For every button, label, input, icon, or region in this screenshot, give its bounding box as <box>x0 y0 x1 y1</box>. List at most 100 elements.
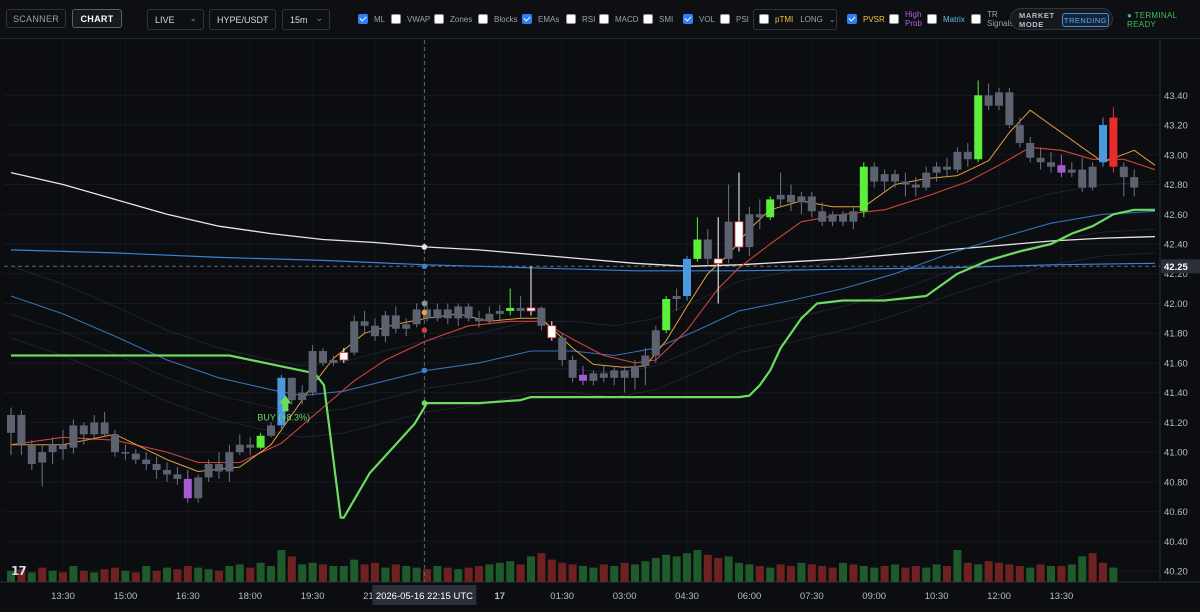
volume-bar <box>287 556 296 582</box>
volume-bar <box>1036 564 1045 582</box>
volume-bar <box>1078 556 1087 582</box>
checkbox-tr-signals[interactable] <box>971 14 981 24</box>
volume-bar <box>703 554 712 582</box>
checkbox-high-prob[interactable] <box>889 14 899 24</box>
candle-body <box>537 307 546 326</box>
market-mode-label: MARKET MODE <box>1019 11 1055 29</box>
candle-body <box>693 239 702 259</box>
toggle-ml[interactable]: ML <box>358 13 385 25</box>
buy-signal-label: BUY (+8.3%) <box>257 412 310 422</box>
volume-bar <box>787 566 795 582</box>
candle-body <box>69 425 78 448</box>
volume-bar <box>360 564 369 582</box>
checkbox-smi[interactable] <box>643 14 653 24</box>
volume-bar <box>308 562 317 582</box>
toggle-matrix-label: Matrix <box>943 14 965 24</box>
candle-body <box>215 464 223 472</box>
terminal-status-line1: ● TERMINAL <box>1127 11 1178 20</box>
volume-bar <box>828 567 837 582</box>
crosshair-series-marker <box>421 400 428 406</box>
checkbox-vwap[interactable] <box>391 14 401 24</box>
toggle-psi[interactable]: PSI <box>720 13 749 25</box>
toggle-rsi[interactable]: RSI <box>566 13 595 25</box>
candle-body <box>797 196 806 203</box>
checkbox-matrix[interactable] <box>927 14 937 24</box>
candle-body <box>256 435 265 448</box>
interval-select[interactable]: 15m ⌄ <box>282 9 330 30</box>
candle-body <box>922 172 931 188</box>
candle-body <box>901 181 910 185</box>
mode-select[interactable]: LIVE ⌄ <box>147 9 204 30</box>
candle-body <box>1078 169 1087 188</box>
volume-bar <box>943 566 951 582</box>
tradingview-logo: 𝟭𝟳 <box>11 564 27 578</box>
volume-bar <box>859 566 868 582</box>
volume-bar <box>631 564 639 582</box>
checkbox-rsi[interactable] <box>566 14 576 24</box>
checkbox-psi[interactable] <box>720 14 730 24</box>
candle-body <box>381 315 390 337</box>
crosshair-series-marker <box>421 263 428 270</box>
crosshair-time-label: 2026-05-16 22:15 UTC <box>376 591 473 602</box>
candle-body <box>807 196 816 212</box>
tab-chart[interactable]: CHART <box>72 9 122 28</box>
checkbox-zones[interactable] <box>434 14 444 24</box>
toggle-vwap[interactable]: VWAP <box>391 13 430 25</box>
candle-body <box>1130 177 1139 188</box>
candle-body <box>839 214 847 222</box>
volume-bar <box>381 567 390 582</box>
checkbox-macd[interactable] <box>599 14 609 24</box>
candle-body <box>963 151 972 160</box>
checkbox-ml[interactable] <box>358 14 368 24</box>
toggle-emas-label: EMAs <box>538 14 560 24</box>
candle-body <box>319 351 327 363</box>
candle-body <box>308 351 317 393</box>
candle-body <box>859 166 868 212</box>
volume-bar <box>610 566 619 582</box>
candle-body <box>932 166 941 173</box>
toggle-macd[interactable]: MACD <box>599 13 639 25</box>
toggle-matrix[interactable]: Matrix <box>927 13 965 25</box>
volume-bar <box>911 566 920 582</box>
toggle-pvsr[interactable]: PVSR <box>847 13 885 25</box>
tab-scanner[interactable]: SCANNER <box>6 9 66 28</box>
market-mode-line1: MARKET <box>1019 11 1055 20</box>
ptmi-label: pTMI <box>775 14 794 24</box>
candle-body <box>734 221 744 248</box>
price-chart[interactable]: 43.4043.2043.0042.8042.6042.4042.2042.00… <box>0 40 1200 612</box>
volume-bar <box>59 572 67 582</box>
time-tick-label: 04:30 <box>675 591 699 602</box>
volume-bar <box>79 570 88 582</box>
symbol-select[interactable]: HYPE/USDT ⌄ <box>209 9 276 30</box>
toggle-tr-signals[interactable]: TR Signals <box>971 10 1013 28</box>
toggle-high-prob[interactable]: High Prob <box>889 10 922 28</box>
candle-body <box>787 194 795 203</box>
candle-body <box>651 330 660 356</box>
checkbox-ptmi[interactable] <box>759 14 769 24</box>
volume-bar <box>599 564 608 582</box>
toggle-blocks[interactable]: Blocks <box>478 13 518 25</box>
toggle-pvsr-label: PVSR <box>863 14 885 24</box>
price-tick-label: 40.60 <box>1164 507 1188 518</box>
toggle-ptmi[interactable]: pTMI LONG ⌄ <box>759 13 836 25</box>
volume-bar <box>901 567 910 582</box>
volume-bar <box>807 564 816 582</box>
high-prob-line1: High <box>905 10 922 19</box>
time-tick-label: 10:30 <box>925 591 949 602</box>
checkbox-blocks[interactable] <box>478 14 488 24</box>
candle-body <box>828 214 837 222</box>
toggle-emas[interactable]: EMAs <box>522 13 559 25</box>
volume-bar <box>839 562 847 582</box>
checkbox-pvsr[interactable] <box>847 14 857 24</box>
toggle-zones[interactable]: Zones <box>434 13 472 25</box>
candle-body <box>641 355 650 366</box>
checkbox-emas[interactable] <box>522 14 532 24</box>
toggle-smi[interactable]: SMI <box>643 13 673 25</box>
toggle-vol[interactable]: VOL <box>683 13 715 25</box>
checkbox-vol[interactable] <box>683 14 693 24</box>
mode-select-value: LIVE <box>155 14 175 25</box>
volume-bar <box>547 559 556 582</box>
toggle-vwap-label: VWAP <box>407 14 431 24</box>
volume-bar <box>412 567 421 582</box>
candle-body <box>1088 166 1097 188</box>
